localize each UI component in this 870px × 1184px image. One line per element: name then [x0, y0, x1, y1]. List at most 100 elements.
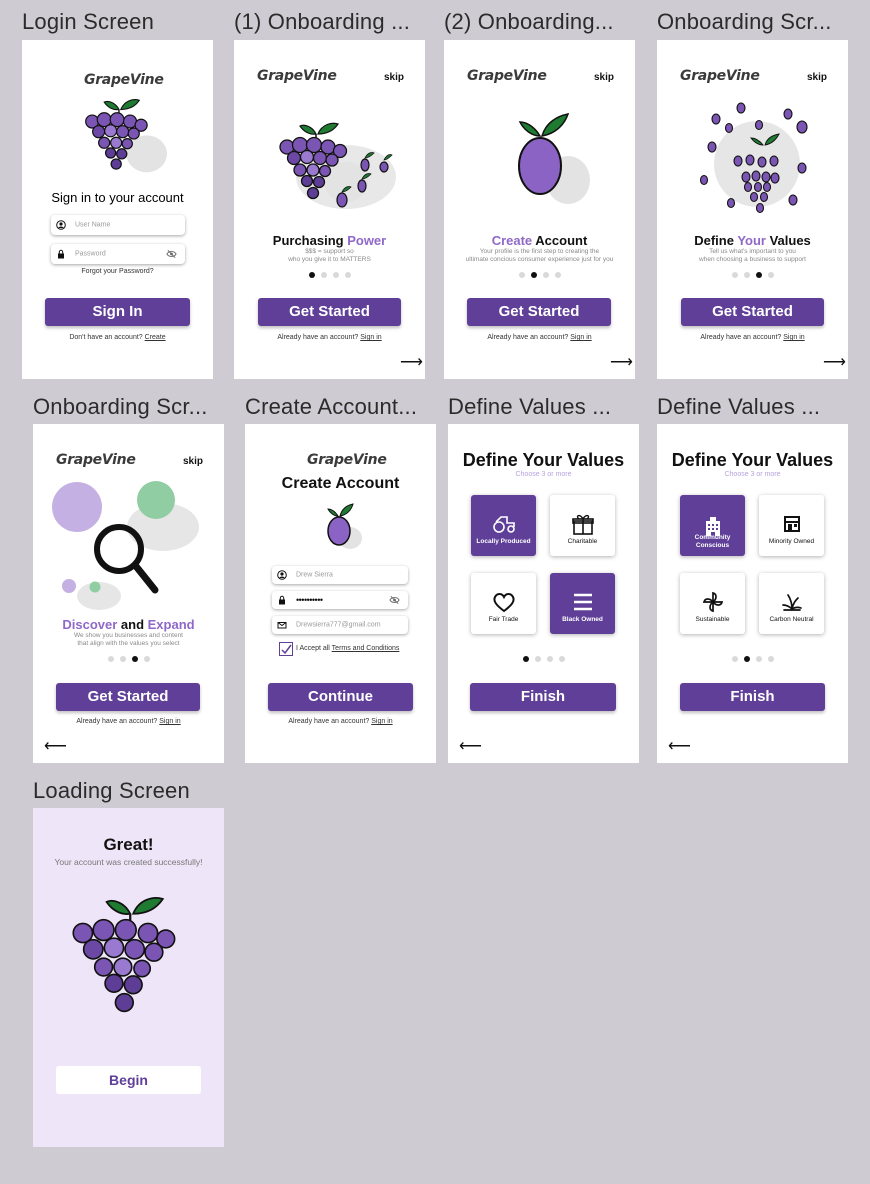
dot[interactable]: [756, 656, 762, 662]
lock-icon: [58, 249, 64, 259]
dot[interactable]: [523, 656, 529, 662]
scattered-grapes-illustration: [699, 102, 808, 214]
dot[interactable]: [531, 272, 537, 278]
dot[interactable]: [333, 272, 339, 278]
card-label: Fair Trade: [488, 616, 519, 623]
get-started-button[interactable]: Get Started: [681, 298, 824, 326]
loading-screen: Great! Your account was created successf…: [33, 808, 224, 1147]
footer-prompt: Already have an account? Sign in: [657, 334, 848, 341]
dot[interactable]: [144, 656, 150, 662]
arrow-right-icon[interactable]: ⟶: [400, 352, 423, 372]
dot[interactable]: [559, 656, 565, 662]
arrow-right-icon[interactable]: ⟶: [823, 352, 846, 372]
dot[interactable]: [309, 272, 315, 278]
dot[interactable]: [519, 272, 525, 278]
forgot-password-link[interactable]: Forgot your Password?: [22, 268, 213, 275]
dot[interactable]: [744, 656, 750, 662]
card-label: Locally Produced: [476, 538, 531, 545]
get-started-button[interactable]: Get Started: [258, 298, 401, 326]
dot[interactable]: [732, 656, 738, 662]
value-card-locally-produced[interactable]: Locally Produced: [471, 495, 536, 556]
grapes-illustration: [279, 122, 396, 209]
arrow-left-icon[interactable]: ⟵: [668, 736, 691, 756]
frame-title-onboarding-3: Onboarding Scr...: [657, 9, 832, 34]
heading-part-2: and: [117, 617, 148, 632]
frame-title-onboarding-2: (2) Onboarding...: [444, 9, 614, 34]
arrow-right-icon[interactable]: ⟶: [610, 352, 633, 372]
dot[interactable]: [756, 272, 762, 278]
dot[interactable]: [547, 656, 553, 662]
begin-button[interactable]: Begin: [56, 1066, 201, 1094]
dot[interactable]: [543, 272, 549, 278]
footer-prompt: Already have an account? Sign in: [245, 718, 436, 725]
value-card-black-owned[interactable]: Black Owned: [550, 573, 615, 634]
card-label: Community Conscious: [694, 534, 731, 549]
dot[interactable]: [345, 272, 351, 278]
dot[interactable]: [535, 656, 541, 662]
value-card-fair-trade[interactable]: Fair Trade: [471, 573, 536, 634]
eye-off-icon[interactable]: [389, 596, 400, 605]
page-indicator: [108, 656, 150, 662]
subtitle: Tell us what's important to you when choo…: [657, 248, 848, 264]
value-card-community-conscious[interactable]: Community Conscious: [680, 495, 745, 556]
grapevine-logo: GrapeVine: [84, 72, 164, 88]
onboarding-1-screen: GrapeVine skip Purchasing Power $$$ = su…: [234, 40, 425, 379]
subtitle: Choose 3 or more: [515, 471, 572, 478]
password-field[interactable]: Password: [51, 244, 185, 264]
email-value: Drewsierra777@gmail.com: [296, 621, 381, 629]
eye-off-icon[interactable]: [166, 250, 177, 259]
login-screen: GrapeVine Sign in to your account User N…: [22, 40, 213, 379]
continue-button[interactable]: Continue: [268, 683, 413, 711]
grapevine-logo: GrapeVine: [680, 68, 760, 84]
name-field[interactable]: Drew Sierra: [272, 566, 408, 584]
dot[interactable]: [321, 272, 327, 278]
sign-in-button[interactable]: Sign In: [45, 298, 190, 326]
arrow-left-icon[interactable]: ⟵: [44, 736, 67, 756]
value-card-carbon-neutral[interactable]: Carbon Neutral: [759, 573, 824, 634]
dot[interactable]: [120, 656, 126, 662]
dot[interactable]: [555, 272, 561, 278]
page-title: Great!: [103, 835, 154, 854]
sign-in-link[interactable]: Sign in: [159, 718, 180, 725]
finish-button[interactable]: Finish: [470, 683, 616, 711]
sign-in-link[interactable]: Sign in: [783, 334, 804, 341]
skip-link[interactable]: skip: [183, 456, 203, 467]
plant-icon: [781, 594, 802, 611]
create-link[interactable]: Create: [145, 334, 166, 341]
value-card-sustainable[interactable]: Sustainable: [680, 573, 745, 634]
dot[interactable]: [732, 272, 738, 278]
value-card-minority-owned[interactable]: Minority Owned: [759, 495, 824, 556]
subtitle: We show you businesses and content that a…: [33, 632, 224, 648]
heading-part-1: Define: [694, 233, 738, 248]
sign-in-link[interactable]: Sign in: [570, 334, 591, 341]
dot[interactable]: [744, 272, 750, 278]
username-field[interactable]: User Name: [51, 215, 185, 235]
skip-link[interactable]: skip: [807, 72, 827, 83]
skip-link[interactable]: skip: [384, 72, 404, 83]
footer-prompt: Already have an account? Sign in: [444, 334, 635, 341]
subtitle: Your profile is the first step to creati…: [444, 248, 635, 264]
value-card-charitable[interactable]: Charitable: [550, 495, 615, 556]
password-value: ••••••••••: [296, 595, 323, 605]
arrow-left-icon[interactable]: ⟵: [459, 736, 482, 756]
sign-in-link[interactable]: Sign in: [371, 718, 392, 725]
subtitle-line-2: when choosing a business to support: [699, 256, 806, 263]
skip-link[interactable]: skip: [594, 72, 614, 83]
card-label: Carbon Neutral: [769, 616, 814, 623]
sign-in-link[interactable]: Sign in: [360, 334, 381, 341]
get-started-button[interactable]: Get Started: [467, 298, 611, 326]
subtitle-line-1: We show you businesses and content: [73, 632, 183, 639]
terms-link[interactable]: Terms and Conditions: [332, 645, 400, 652]
card-label: Sustainable: [695, 616, 730, 623]
email-field[interactable]: Drewsierra777@gmail.com: [272, 616, 408, 634]
finish-button[interactable]: Finish: [680, 683, 825, 711]
password-field[interactable]: ••••••••••: [272, 591, 408, 609]
get-started-button[interactable]: Get Started: [56, 683, 200, 711]
dot[interactable]: [132, 656, 138, 662]
onboarding-3-screen: GrapeVine skip Define Your Values Tell u…: [657, 40, 848, 379]
terms-checkbox[interactable]: [279, 642, 293, 656]
dot[interactable]: [108, 656, 114, 662]
dot[interactable]: [768, 656, 774, 662]
dot[interactable]: [768, 272, 774, 278]
card-label: Charitable: [567, 538, 598, 545]
